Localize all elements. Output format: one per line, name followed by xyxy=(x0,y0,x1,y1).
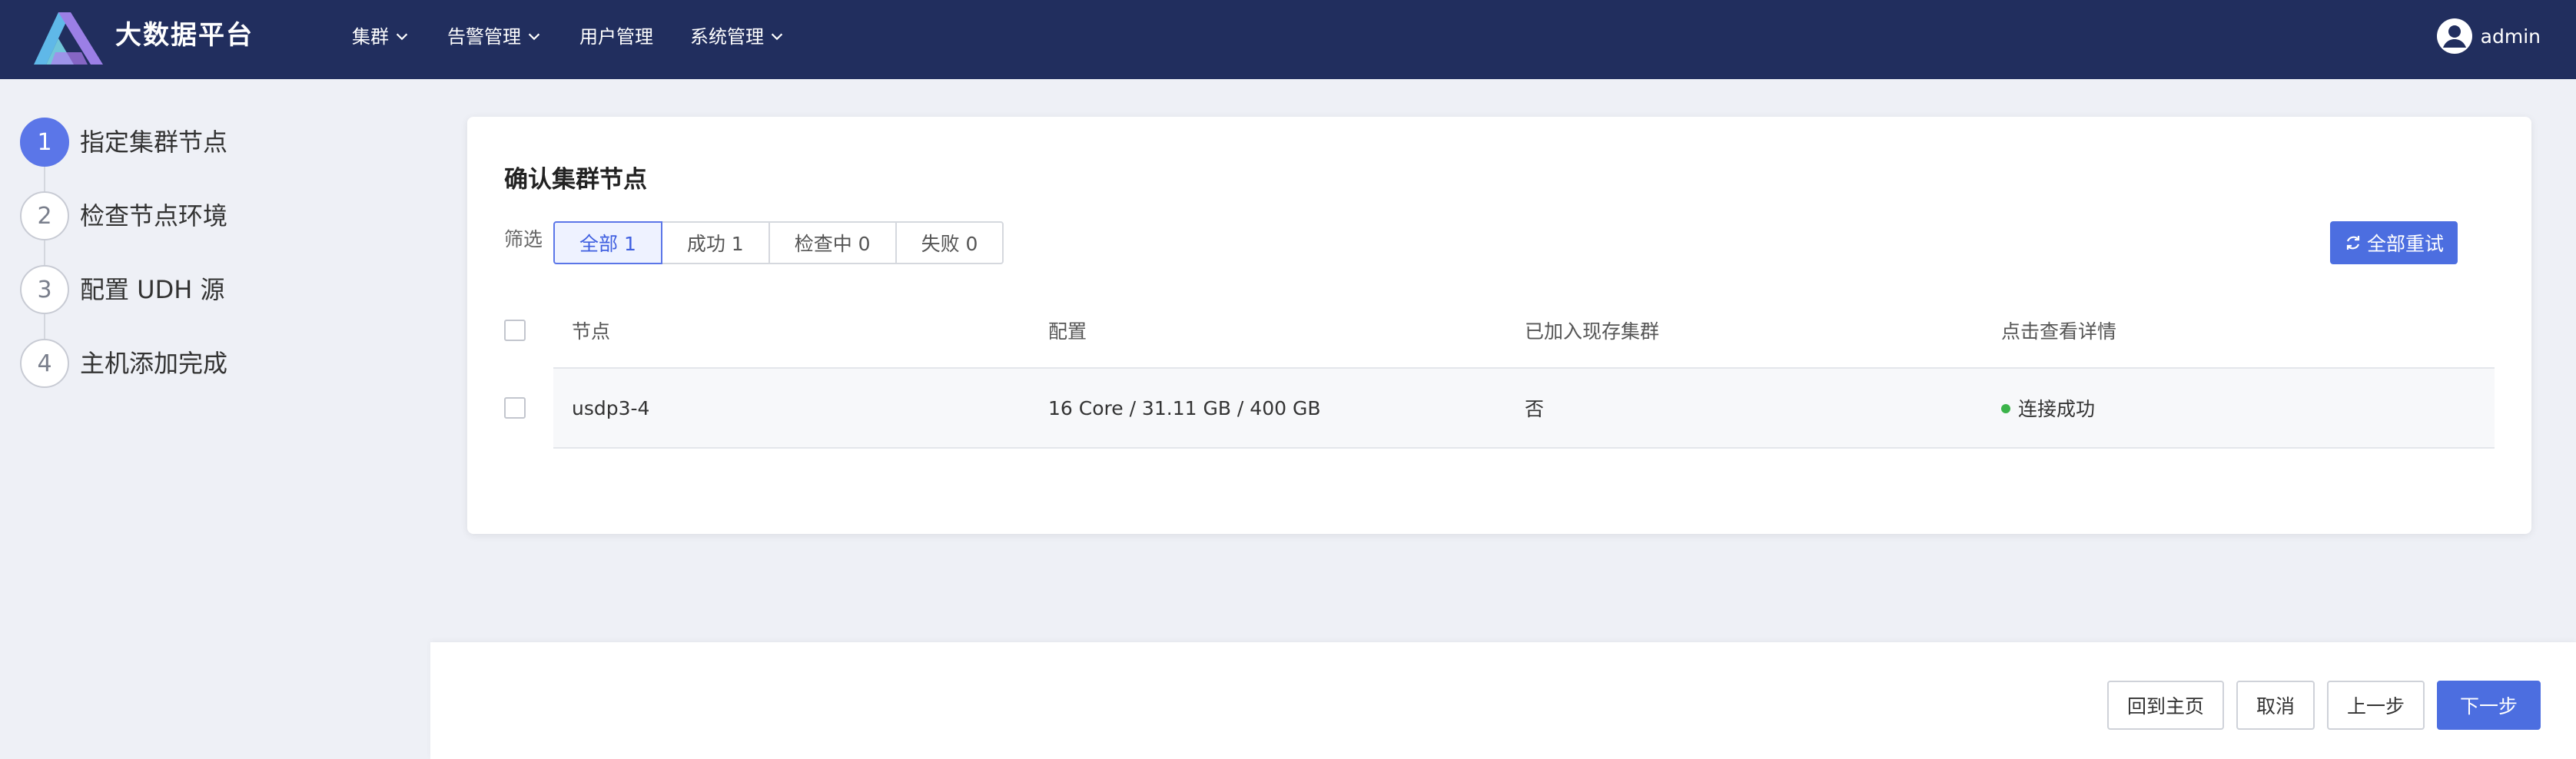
table-header-row: 节点 配置 已加入现存集群 点击查看详情 xyxy=(504,293,2495,367)
nav-item-label: 用户管理 xyxy=(579,26,653,48)
confirm-nodes-card: 确认集群节点 筛选 全部 1 成功 1 检查中 0 失败 0 全部重试 节点 配… xyxy=(467,117,2531,534)
step-connector xyxy=(44,240,45,265)
filter-all-button[interactable]: 全部 1 xyxy=(553,221,662,264)
previous-step-button[interactable]: 上一步 xyxy=(2326,681,2425,730)
chevron-down-icon xyxy=(771,33,783,41)
step-connector xyxy=(44,167,45,191)
user-avatar-icon xyxy=(2436,18,2472,54)
card-title: 确认集群节点 xyxy=(504,166,647,194)
step-3: 3 配置 UDH 源 xyxy=(20,265,420,339)
nav-item-label: 告警管理 xyxy=(447,26,521,48)
step-1: 1 指定集群节点 xyxy=(20,118,420,191)
retry-all-label: 全部重试 xyxy=(2366,233,2444,255)
retry-all-button[interactable]: 全部重试 xyxy=(2329,221,2458,264)
column-header-config: 配置 xyxy=(1048,320,1087,343)
column-header-node: 节点 xyxy=(572,320,611,343)
footer-action-bar: 回到主页 取消 上一步 下一步 xyxy=(430,642,2576,759)
step-connector xyxy=(44,314,45,339)
step-number: 2 xyxy=(20,191,69,240)
nav-item-system[interactable]: 系统管理 xyxy=(690,22,785,52)
filter-failed-button[interactable]: 失败 0 xyxy=(895,221,1004,264)
step-number: 4 xyxy=(20,339,69,388)
step-label: 指定集群节点 xyxy=(80,128,228,157)
logo-icon xyxy=(34,12,103,65)
chevron-down-icon xyxy=(396,33,408,41)
table-row: usdp3-4 16 Core / 31.11 GB / 400 GB 否 连接… xyxy=(504,367,2495,449)
cancel-button[interactable]: 取消 xyxy=(2236,681,2315,730)
filter-label: 筛选 xyxy=(504,228,543,250)
select-all-checkbox[interactable] xyxy=(504,320,526,341)
app-title: 大数据平台 xyxy=(115,20,254,51)
step-number: 3 xyxy=(20,265,69,314)
status-text: 连接成功 xyxy=(2018,398,2096,420)
nav-item-cluster[interactable]: 集群 xyxy=(352,22,410,52)
cell-config: 16 Core / 31.11 GB / 400 GB xyxy=(1048,396,1321,419)
column-header-details: 点击查看详情 xyxy=(2001,320,2117,343)
cell-joined: 否 xyxy=(1525,398,1545,420)
back-to-home-button[interactable]: 回到主页 xyxy=(2106,681,2224,730)
refresh-icon xyxy=(2346,236,2360,250)
step-label: 主机添加完成 xyxy=(80,349,228,378)
step-2: 2 检查节点环境 xyxy=(20,191,420,265)
filter-group: 全部 1 成功 1 检查中 0 失败 0 xyxy=(553,221,1004,264)
column-header-joined: 已加入现存集群 xyxy=(1525,320,1660,343)
filter-checking-button[interactable]: 检查中 0 xyxy=(768,221,897,264)
next-step-button[interactable]: 下一步 xyxy=(2436,681,2541,730)
cell-status[interactable]: 连接成功 xyxy=(2001,394,2095,422)
filter-success-button[interactable]: 成功 1 xyxy=(660,221,770,264)
status-success-dot xyxy=(2001,404,2010,413)
step-label: 配置 UDH 源 xyxy=(80,275,225,304)
user-menu[interactable]: admin xyxy=(2436,17,2541,55)
nav-item-label: 集群 xyxy=(352,26,389,48)
nav-item-users[interactable]: 用户管理 xyxy=(579,22,653,52)
step-number: 1 xyxy=(20,118,69,167)
nodes-table: 节点 配置 已加入现存集群 点击查看详情 usdp3-4 16 Core / 3… xyxy=(504,293,2495,449)
user-name: admin xyxy=(2480,25,2541,48)
step-label: 检查节点环境 xyxy=(80,201,228,230)
main-nav: 集群 告警管理 用户管理 系统管理 xyxy=(352,22,822,52)
cell-node: usdp3-4 xyxy=(572,396,650,419)
wizard-steps: 1 指定集群节点 2 检查节点环境 3 配置 UDH 源 4 主机添加完成 xyxy=(20,118,420,413)
step-4: 4 主机添加完成 xyxy=(20,339,420,413)
row-checkbox[interactable] xyxy=(504,397,526,419)
nav-item-alerts[interactable]: 告警管理 xyxy=(447,22,543,52)
nav-item-label: 系统管理 xyxy=(690,26,764,48)
top-nav-bar: 大数据平台 集群 告警管理 用户管理 系统管理 admin xyxy=(0,0,2576,79)
chevron-down-icon xyxy=(528,33,540,41)
footer-buttons: 回到主页 取消 上一步 下一步 xyxy=(2095,681,2541,730)
